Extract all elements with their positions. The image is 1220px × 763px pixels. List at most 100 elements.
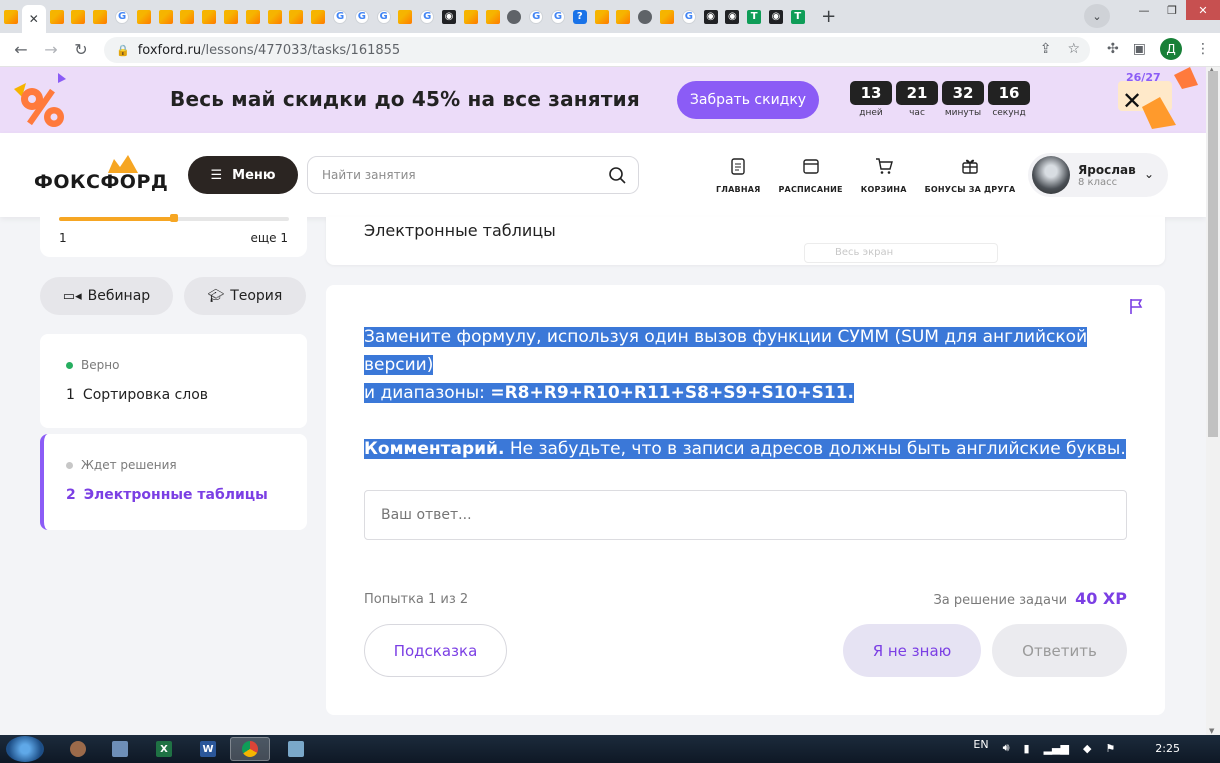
taskbar-app-explorer[interactable] [276,737,316,761]
browser-tab[interactable]: G [329,3,351,31]
bookmark-star-icon[interactable]: ☆ [1067,41,1080,57]
theory-button[interactable]: 🎓︎ Теория [184,277,306,315]
browser-tab[interactable] [198,3,220,31]
answer-input[interactable] [364,490,1127,540]
browser-tab[interactable] [504,3,526,31]
browser-tab[interactable]: G [678,3,700,31]
browser-tab[interactable]: G [416,3,438,31]
minimize-icon[interactable]: — [1130,0,1158,20]
promo-close-icon[interactable]: ✕ [1118,87,1146,115]
scroll-down-icon[interactable]: ▼ [1209,727,1214,735]
start-button[interactable] [6,736,44,762]
language-indicator[interactable]: EN [973,738,988,751]
browser-tab[interactable]: ? [569,3,591,31]
browser-tab[interactable]: G [351,3,373,31]
browser-tab[interactable] [460,3,482,31]
share-icon[interactable]: ⇪ [1040,41,1052,57]
browser-tab[interactable]: ◉ [765,3,787,31]
browser-tab[interactable] [264,3,286,31]
scroll-thumb[interactable] [1208,71,1218,437]
foxford-logo[interactable]: ФОКСФОРД [34,155,168,193]
get-discount-button[interactable]: Забрать скидку [677,81,819,119]
browser-tab[interactable] [591,3,613,31]
task-title: Электронные таблицы [83,487,268,503]
browser-tab[interactable]: ◉ [722,3,744,31]
nav-home[interactable]: ГЛАВНАЯ [716,157,760,194]
forward-icon[interactable]: → [36,35,66,65]
reload-icon[interactable]: ↻ [66,35,96,65]
fox-logo-icon [108,155,138,173]
browser-tab[interactable] [613,3,635,31]
window-close-icon[interactable]: ✕ [1186,0,1220,20]
close-tab-icon[interactable]: ✕ [29,12,39,26]
status-dot [66,361,73,369]
browser-tab[interactable]: ◉ [438,3,460,31]
browser-tab[interactable]: G [525,3,547,31]
browser-tab[interactable] [395,3,417,31]
lock-icon[interactable]: 🔒 [116,44,130,57]
search-input[interactable]: Найти занятия [307,156,639,194]
taskbar-app-calculator[interactable] [100,737,140,761]
browser-tab-active[interactable]: ✕ [21,5,46,33]
taskbar-app-settings[interactable] [58,737,98,761]
browser-tab[interactable] [46,3,68,31]
nav-schedule[interactable]: РАСПИСАНИЕ [778,157,843,194]
flag-tray-icon[interactable]: ⚑ [1105,742,1115,755]
nav-bonus[interactable]: БОНУСЫ ЗА ДРУГА [925,157,1016,194]
taskbar-app-chrome[interactable] [230,737,270,761]
browser-tab[interactable]: T [743,3,765,31]
flag-report-icon[interactable] [1128,297,1146,315]
fullscreen-button[interactable]: Весь экран [804,243,998,263]
webinar-button[interactable]: ▭◂ Вебинар [40,277,173,315]
browser-tab[interactable] [155,3,177,31]
volume-icon[interactable]: 🔊︎ [1003,741,1010,755]
extensions-icon[interactable]: ✣ [1107,41,1119,57]
back-icon[interactable]: ← [6,35,36,65]
browser-tab[interactable] [242,3,264,31]
globe-favicon-icon [638,9,653,24]
taskbar-app-word[interactable]: W [188,737,228,761]
browser-tab[interactable] [89,3,111,31]
browser-menu-icon[interactable]: ⋮ [1196,41,1210,57]
browser-tab[interactable] [307,3,329,31]
dont-know-button[interactable]: Я не знаю [843,624,981,677]
browser-tab[interactable] [68,3,90,31]
taskbar-app-excel[interactable]: X [144,737,184,761]
browser-tab[interactable]: G [373,3,395,31]
search-icon[interactable] [608,166,626,184]
globe-favicon-icon [507,9,522,24]
submit-answer-button[interactable]: Ответить [992,624,1127,677]
task-item-2[interactable]: Ждет решения 2 Электронные таблицы [40,434,307,530]
battery-icon[interactable]: ▮ [1024,742,1030,755]
page-scrollbar[interactable]: ▲ ▼ [1206,66,1220,735]
task-status: Верно [81,358,120,372]
browser-tab[interactable] [286,3,308,31]
network-icon[interactable]: ▂▄▆ [1044,742,1069,755]
browser-tab[interactable]: T [787,3,809,31]
browser-tab[interactable] [482,3,504,31]
browser-tab[interactable] [133,3,155,31]
browser-tab[interactable] [634,3,656,31]
browser-tab[interactable] [177,3,199,31]
browser-tab[interactable] [220,3,242,31]
browser-tab[interactable] [656,3,678,31]
browser-tab[interactable] [0,3,22,31]
new-tab-icon[interactable]: + [815,3,843,31]
tab-search-icon[interactable]: ⌄ [1084,4,1110,28]
browser-tab[interactable]: G [547,3,569,31]
restore-icon[interactable]: ❐ [1158,0,1186,20]
browser-tab[interactable]: G [111,3,133,31]
hint-button[interactable]: Подсказка [364,624,507,677]
menu-button[interactable]: ☰ Меню [188,156,298,194]
action-center-icon[interactable]: ◆ [1083,742,1091,755]
browser-tab[interactable]: ◉ [700,3,722,31]
task-item-1[interactable]: Верно 1 Сортировка слов [40,334,307,428]
address-bar[interactable]: 🔒 foxford.ru/lessons/477033/tasks/161855… [104,37,1090,63]
sidepanel-icon[interactable]: ▣ [1133,41,1146,57]
profile-avatar[interactable]: Д [1160,38,1182,60]
clock[interactable]: 2:25 [1155,742,1180,755]
user-menu[interactable]: Ярослав 8 класс ⌄ [1028,153,1168,197]
nav-cart[interactable]: КОРЗИНА [861,157,907,194]
window-controls: — ❐ ✕ [1130,0,1220,20]
fox-favicon-icon [158,9,173,24]
